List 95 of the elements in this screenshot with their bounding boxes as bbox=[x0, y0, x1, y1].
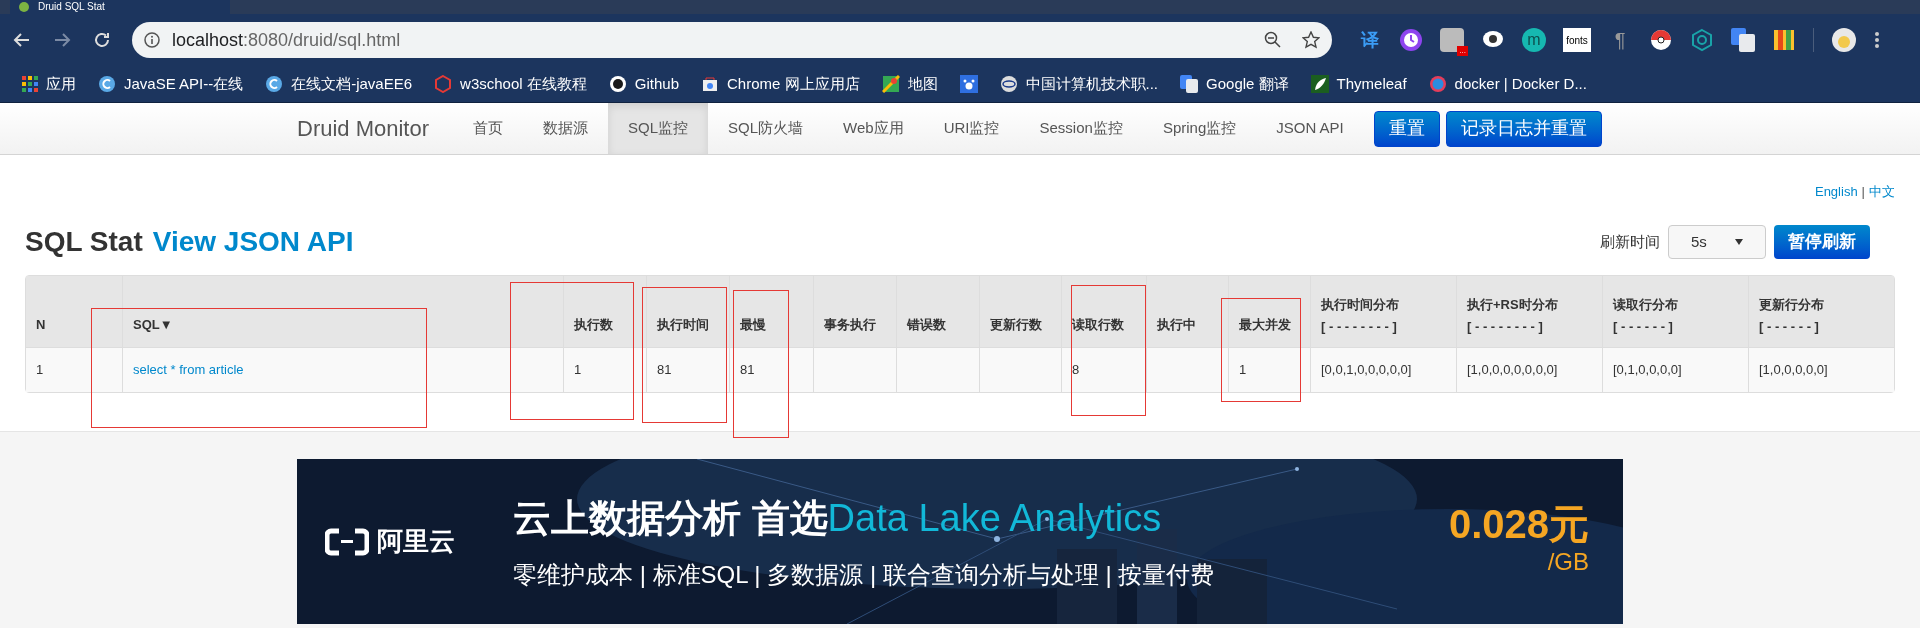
bracket-logo-icon bbox=[325, 527, 369, 556]
leaf-icon bbox=[1310, 75, 1329, 93]
reload-icon[interactable] bbox=[92, 30, 112, 50]
sql-link[interactable]: select * from article bbox=[122, 347, 563, 392]
translate-icon bbox=[1180, 75, 1199, 93]
column-header[interactable]: 读取行分布 [ - - - - - - ] bbox=[1602, 276, 1748, 347]
column-header[interactable]: 执行时间 bbox=[646, 276, 729, 347]
column-header[interactable]: 最慢 bbox=[729, 276, 813, 347]
column-header[interactable]: 更新行数 bbox=[979, 276, 1061, 347]
language-link[interactable]: 中文 bbox=[1869, 182, 1895, 200]
nav-item[interactable]: JSON API bbox=[1256, 103, 1364, 154]
nav-item[interactable]: URI监控 bbox=[923, 103, 1020, 154]
headline-accent: Data Lake Analytics bbox=[827, 496, 1162, 541]
clock-icon[interactable] bbox=[1399, 28, 1423, 52]
price: 0.028元 bbox=[1448, 503, 1589, 544]
price-unit: /GB bbox=[1547, 546, 1589, 577]
more-menu-icon[interactable] bbox=[1874, 31, 1880, 49]
url-host: localhost bbox=[172, 29, 244, 50]
nav-item[interactable]: SQL防火墙 bbox=[708, 103, 824, 154]
leaf-icon bbox=[18, 1, 30, 13]
headline: 云上数据分析 首选 bbox=[513, 496, 828, 541]
table-cell: 8 bbox=[1061, 347, 1146, 392]
column-header[interactable]: 读取行数 bbox=[1061, 276, 1146, 347]
apps-grid-icon bbox=[22, 76, 38, 92]
separator: | bbox=[1861, 183, 1865, 200]
dropdown-caret-icon bbox=[1735, 239, 1743, 245]
table-cell: [0,0,1,0,0,0,0,0] bbox=[1310, 347, 1456, 392]
extension-icon[interactable]: fonts bbox=[1563, 28, 1591, 52]
address-bar[interactable]: localhost:8080/druid/sql.html bbox=[132, 22, 1332, 58]
nav-item[interactable]: SQL监控 bbox=[608, 103, 709, 154]
extension-icon[interactable]: 译 bbox=[1358, 28, 1382, 52]
brand-title[interactable]: Druid Monitor bbox=[297, 112, 430, 145]
extension-icon[interactable]: ¶ bbox=[1608, 28, 1632, 52]
nav-button[interactable]: 记录日志并重置 bbox=[1445, 110, 1602, 147]
ruler-icon[interactable] bbox=[1772, 28, 1796, 52]
column-header[interactable]: 执行中 bbox=[1146, 276, 1228, 347]
map-pin-icon bbox=[881, 75, 900, 93]
bookmark[interactable]: Chrome 网上应用店 bbox=[701, 72, 860, 96]
c-logo-icon bbox=[265, 75, 284, 93]
web-icon[interactable] bbox=[1690, 28, 1714, 52]
paw-icon bbox=[959, 75, 978, 93]
column-header[interactable]: 执行+RS时分布 [ - - - - - - - - ] bbox=[1456, 276, 1602, 347]
bookmark[interactable]: 应用 bbox=[22, 72, 76, 96]
interval-select[interactable]: 5s bbox=[1668, 225, 1766, 259]
table-cell: 1 bbox=[1228, 347, 1310, 392]
translate-icon[interactable] bbox=[1731, 28, 1755, 52]
logo-text: 阿里云 bbox=[377, 525, 455, 558]
nav-button[interactable]: 重置 bbox=[1373, 110, 1440, 147]
bookmark[interactable]: 在线文档-javaEE6 bbox=[265, 72, 413, 96]
table-cell: 1 bbox=[26, 347, 122, 392]
column-header[interactable]: SQL▼ bbox=[122, 276, 563, 347]
table-cell: [1,0,0,0,0,0,0,0] bbox=[1456, 347, 1602, 392]
shopping-bag-icon bbox=[701, 75, 719, 93]
nav-item[interactable]: 数据源 bbox=[523, 103, 609, 154]
page-title: SQL Stat bbox=[25, 225, 143, 259]
url-path: :8080/druid/sql.html bbox=[243, 29, 401, 50]
globe-icon bbox=[999, 75, 1018, 93]
table-cell: [1,0,0,0,0,0] bbox=[1748, 347, 1894, 392]
bookmark[interactable] bbox=[959, 75, 978, 93]
bookmark[interactable]: 地图 bbox=[881, 72, 938, 96]
ball-icon[interactable] bbox=[1649, 28, 1673, 52]
table-cell: [0,1,0,0,0,0] bbox=[1602, 347, 1748, 392]
subline: 零维护成本 | 标准SQL | 多数据源 | 联合查询分析与处理 | 按量付费 bbox=[513, 560, 1215, 590]
column-header[interactable]: N bbox=[26, 276, 122, 347]
extension-icon[interactable]: m bbox=[1522, 28, 1546, 52]
bookmark[interactable]: JavaSE API--在线 bbox=[98, 72, 244, 96]
table-cell: 81 bbox=[646, 347, 729, 392]
language-link[interactable]: English bbox=[1814, 182, 1858, 200]
star-icon[interactable] bbox=[1302, 31, 1320, 49]
info-icon bbox=[144, 32, 160, 48]
zoom-out-icon[interactable] bbox=[1264, 31, 1282, 49]
column-header[interactable]: 执行时间分布 [ - - - - - - - - ] bbox=[1310, 276, 1456, 347]
nav-item[interactable]: Spring监控 bbox=[1142, 103, 1257, 154]
browser-tab[interactable]: Druid SQL Stat bbox=[10, 0, 230, 14]
column-header[interactable]: 事务执行 bbox=[813, 276, 896, 347]
table-cell: 81 bbox=[729, 347, 813, 392]
bookmark[interactable]: docker | Docker D... bbox=[1428, 72, 1587, 96]
bookmark[interactable]: Thymeleaf bbox=[1310, 72, 1407, 96]
bookmark[interactable]: Github bbox=[608, 72, 679, 96]
nav-item[interactable]: Web应用 bbox=[823, 103, 924, 154]
bookmark[interactable]: 中国计算机技术职... bbox=[999, 72, 1159, 96]
bookmark[interactable]: w3school 在线教程 bbox=[434, 72, 587, 96]
column-header[interactable]: 最大并发 bbox=[1228, 276, 1310, 347]
refresh-label: 刷新时间 bbox=[1600, 231, 1660, 252]
pause-refresh-button[interactable]: 暂停刷新 bbox=[1774, 225, 1870, 259]
bookmark[interactable]: Google 翻译 bbox=[1180, 72, 1289, 96]
table-cell: 1 bbox=[563, 347, 646, 392]
json-api-link[interactable]: View JSON API bbox=[152, 221, 354, 263]
c-logo-icon bbox=[98, 75, 116, 93]
column-header[interactable]: 执行数 bbox=[563, 276, 646, 347]
nav-item[interactable]: Session监控 bbox=[1019, 103, 1143, 154]
column-header[interactable]: 更新行分布 [ - - - - - - ] bbox=[1748, 276, 1894, 347]
column-header[interactable]: 错误数 bbox=[896, 276, 979, 347]
nav-item[interactable]: 首页 bbox=[453, 103, 524, 154]
avatar-icon[interactable] bbox=[1831, 27, 1857, 53]
